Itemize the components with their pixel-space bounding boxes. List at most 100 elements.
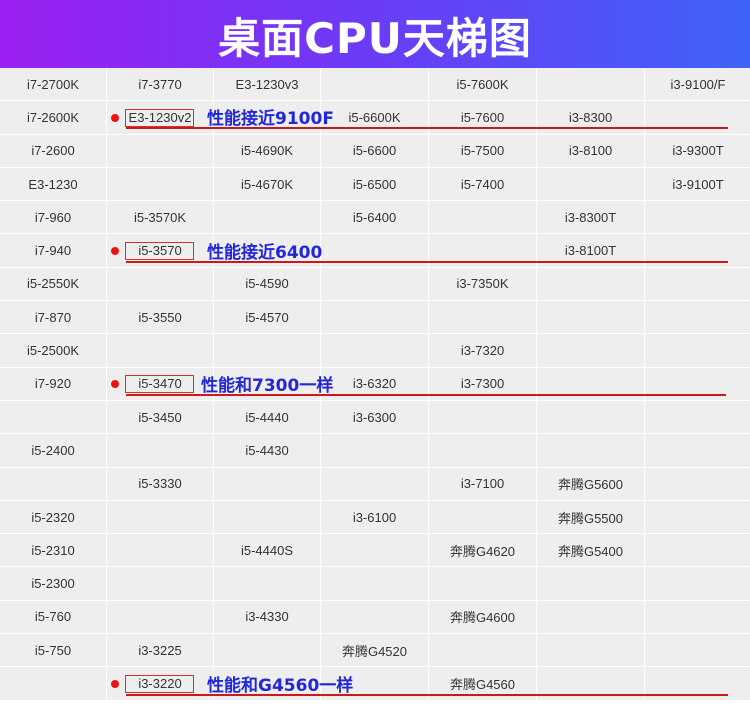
table-cell: i5-4570 xyxy=(214,301,321,335)
table-cell xyxy=(645,201,750,235)
table-cell: i5-3550 xyxy=(107,301,214,335)
table-cell: i7-2700K xyxy=(0,68,107,102)
table-cell: i3-9300T xyxy=(645,134,750,168)
table-cell: 奔腾G4520 xyxy=(321,634,429,668)
table-cell: i3-6100 xyxy=(321,500,429,535)
title-banner: 桌面CPU天梯图 xyxy=(0,0,750,70)
table-cell xyxy=(214,634,321,668)
table-cell xyxy=(537,400,645,435)
table-cell xyxy=(214,667,321,701)
table-cell xyxy=(107,534,214,568)
table-cell xyxy=(645,600,750,635)
table-cell xyxy=(107,167,214,202)
table-cell: i5-3450 xyxy=(107,400,214,435)
table-cell: i3-3225 xyxy=(107,634,214,668)
table-cell: i5-7600K xyxy=(429,68,537,102)
table-cell: i3-8100 xyxy=(537,134,645,168)
table-cell xyxy=(645,634,750,668)
table-cell xyxy=(107,567,214,601)
table-cell xyxy=(321,301,429,335)
table-cell: 奔腾G5500 xyxy=(537,500,645,535)
table-cell: i5-6600K xyxy=(321,101,429,135)
table-cell xyxy=(107,434,214,468)
table-cell: i3-9100/F xyxy=(645,68,750,102)
table-cell: i3-6320 xyxy=(321,367,429,401)
table-cell: i7-2600K xyxy=(0,101,107,135)
table-cell xyxy=(645,234,750,268)
table-cell: i7-2600 xyxy=(0,134,107,168)
table-cell: i3-7100 xyxy=(429,467,537,501)
table-cell: i5-3570K xyxy=(107,201,214,235)
table-cell xyxy=(214,567,321,601)
table-cell: i5-2320 xyxy=(0,500,107,535)
table-cell: i5-4670K xyxy=(214,167,321,202)
table-cell: i3-4330 xyxy=(214,600,321,635)
table-cell: i3-8100T xyxy=(537,234,645,268)
table-cell xyxy=(0,667,107,701)
table-cell xyxy=(214,101,321,135)
table-cell: i5-7600 xyxy=(429,101,537,135)
table-cell xyxy=(645,667,750,701)
table-cell xyxy=(214,467,321,501)
table-cell xyxy=(107,500,214,535)
table-cell xyxy=(429,634,537,668)
table-cell: i5-4440 xyxy=(214,400,321,435)
table-cell xyxy=(321,234,429,268)
table-cell xyxy=(429,567,537,601)
table-cell: i7-940 xyxy=(0,234,107,268)
table-cell xyxy=(537,68,645,102)
table-cell: i7-920 xyxy=(0,367,107,401)
table-cell xyxy=(537,434,645,468)
table-cell xyxy=(321,434,429,468)
table-cell: i5-4440S xyxy=(214,534,321,568)
table-cell xyxy=(214,334,321,368)
table-cell: 奔腾G4620 xyxy=(429,534,537,568)
table-cell xyxy=(321,567,429,601)
table-cell xyxy=(214,234,321,268)
table-cell: i5-6600 xyxy=(321,134,429,168)
table-cell: i3-8300 xyxy=(537,101,645,135)
table-cell: i3-6300 xyxy=(321,400,429,435)
table-cell: i5-7500 xyxy=(429,134,537,168)
table-cell xyxy=(645,500,750,535)
table-cell xyxy=(645,101,750,135)
page-title: 桌面CPU天梯图 xyxy=(218,13,532,63)
table-cell xyxy=(537,567,645,601)
table-cell xyxy=(645,367,750,401)
table-cell xyxy=(321,667,429,701)
table-cell: i5-2550K xyxy=(0,267,107,302)
table-cell: i5-2310 xyxy=(0,534,107,568)
table-cell: i3-7300 xyxy=(429,367,537,401)
table-cell xyxy=(645,534,750,568)
table-cell: i3-9100T xyxy=(645,167,750,202)
table-cell xyxy=(429,301,537,335)
table-cell: i7-960 xyxy=(0,201,107,235)
table-cell xyxy=(321,467,429,501)
table-cell: E3-1230v3 xyxy=(214,68,321,102)
table-cell: 奔腾G5400 xyxy=(537,534,645,568)
table-cell xyxy=(321,534,429,568)
table-cell xyxy=(321,600,429,635)
table-cell xyxy=(537,634,645,668)
table-cell xyxy=(429,500,537,535)
table-cell xyxy=(645,467,750,501)
table-cell xyxy=(537,301,645,335)
table-cell xyxy=(537,334,645,368)
table-cell xyxy=(107,134,214,168)
table-cell: 奔腾G5600 xyxy=(537,467,645,501)
table-cell: i5-3470 xyxy=(107,367,214,401)
table-cell xyxy=(321,267,429,302)
table-cell: i5-3330 xyxy=(107,467,214,501)
table-cell: i5-2500K xyxy=(0,334,107,368)
table-cell xyxy=(107,334,214,368)
table-cell xyxy=(537,167,645,202)
table-cell: i5-2400 xyxy=(0,434,107,468)
table-cell xyxy=(537,367,645,401)
table-cell xyxy=(429,400,537,435)
table-cell xyxy=(645,267,750,302)
table-cell xyxy=(537,667,645,701)
table-cell xyxy=(0,467,107,501)
table-cell xyxy=(214,500,321,535)
table-cell: i5-3570 xyxy=(107,234,214,268)
table-cell: i3-8300T xyxy=(537,201,645,235)
